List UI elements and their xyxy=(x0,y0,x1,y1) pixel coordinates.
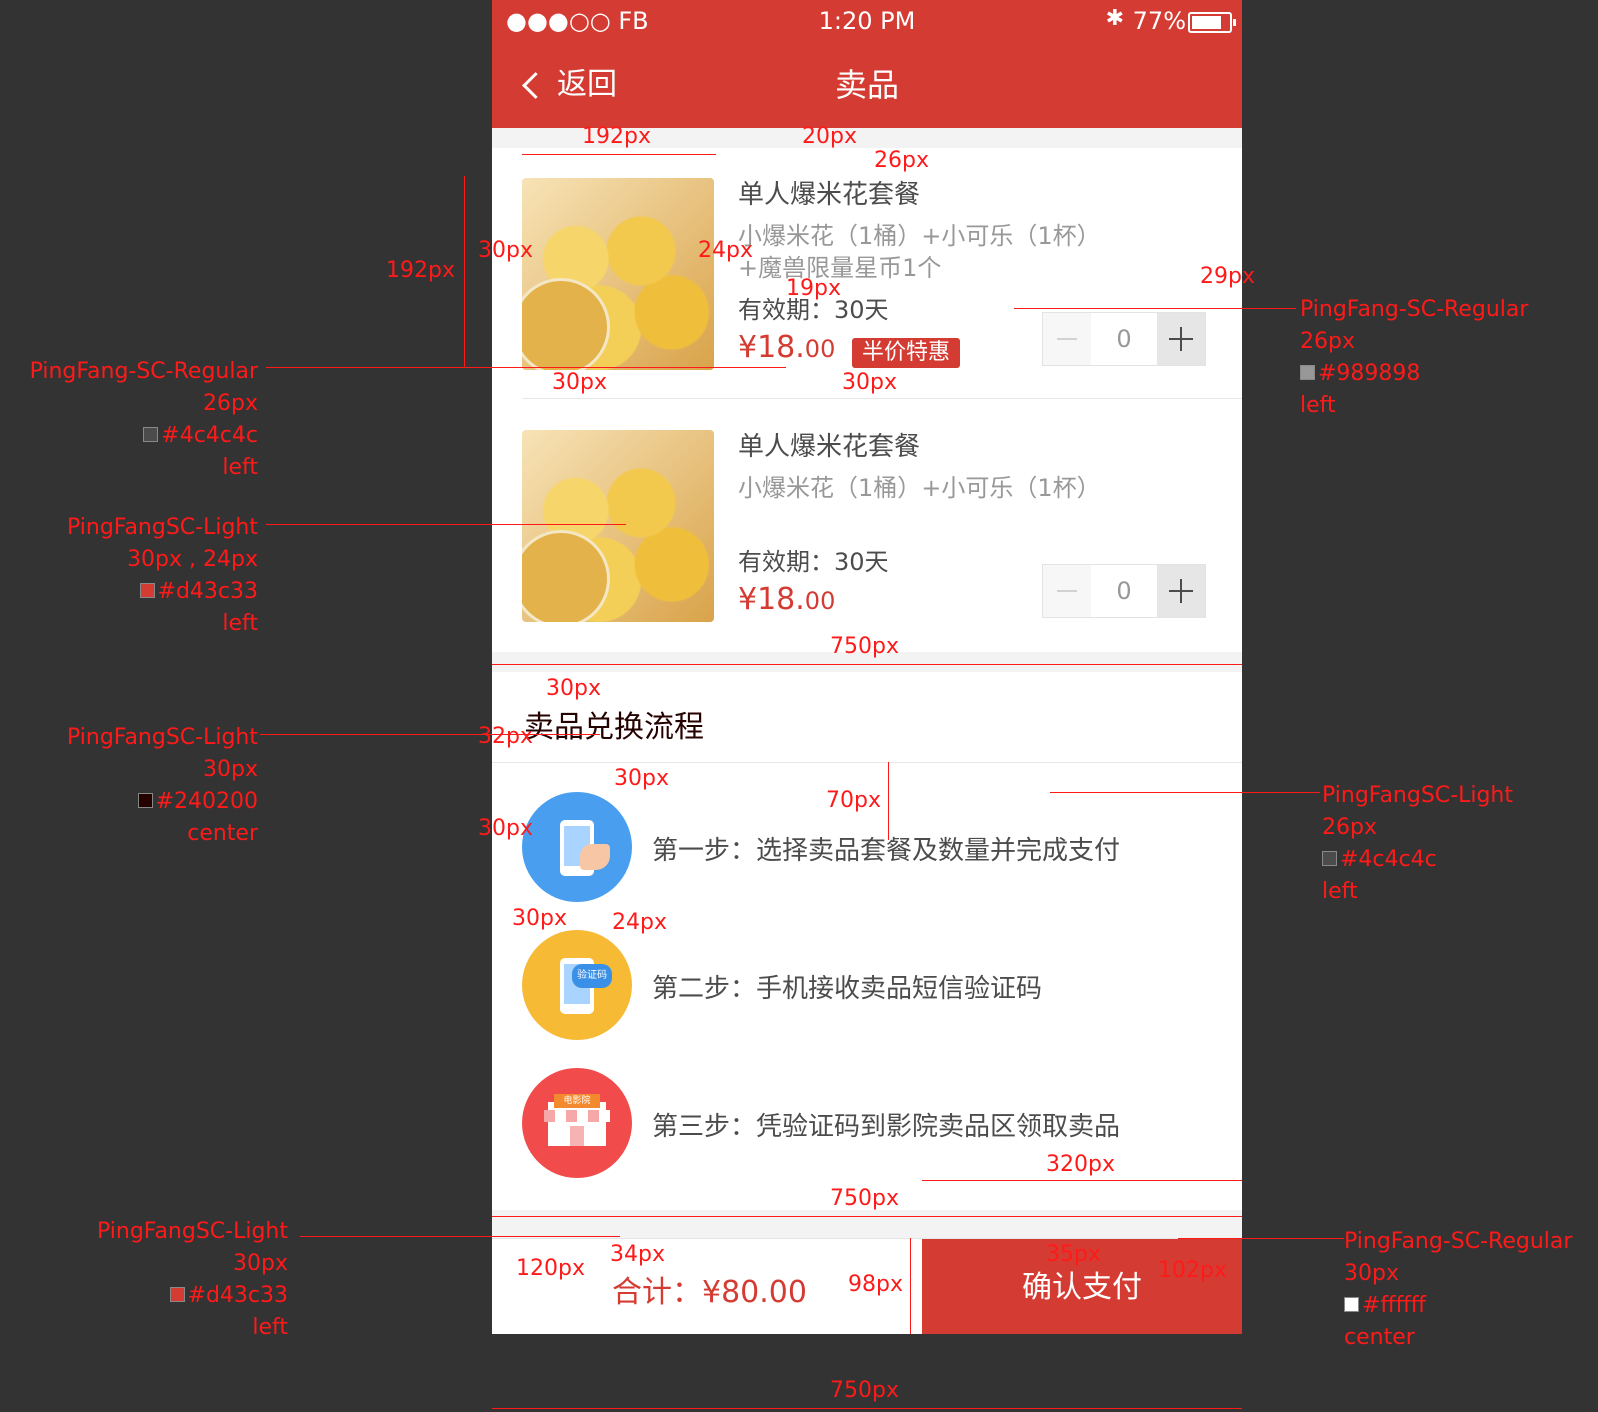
step-label: 第三步：凭验证码到影院卖品区领取卖品 xyxy=(652,1112,1121,1142)
spec-annotation: PingFang-SC-Regular 30px #ffffff center xyxy=(1344,1229,1573,1350)
dimension-label: 20px xyxy=(802,124,857,149)
decrease-button[interactable] xyxy=(1043,565,1091,617)
increase-button[interactable] xyxy=(1157,313,1205,365)
dimension-label: 30px xyxy=(512,906,567,931)
leader-line xyxy=(1050,792,1320,793)
spec-annotation: PingFang-SC-Regular 26px #4c4c4c left xyxy=(29,359,258,480)
flow-step: 电影院 第三步：凭验证码到影院卖品区领取卖品 xyxy=(522,1068,1222,1178)
dimension-label: 24px xyxy=(698,238,753,263)
dimension-line xyxy=(464,176,465,368)
flow-step: 验证码 第二步：手机接收卖品短信验证码 xyxy=(522,930,1222,1040)
dimension-label: 192px xyxy=(386,258,455,283)
dimension-line xyxy=(492,664,1242,665)
dimension-label: 30px xyxy=(478,238,533,263)
leader-line xyxy=(266,524,626,525)
step-label: 第二步：手机接收卖品短信验证码 xyxy=(652,974,1043,1004)
battery-percent: 77% xyxy=(1132,7,1186,35)
dimension-label: 30px xyxy=(614,766,669,791)
spec-annotation: PingFangSC-Light 26px #4c4c4c left xyxy=(1322,783,1513,904)
battery-icon xyxy=(1188,12,1236,33)
dimension-label: 102px xyxy=(1158,1258,1227,1283)
dimension-line xyxy=(492,1408,1242,1409)
dimension-label: 34px xyxy=(610,1242,665,1267)
discount-badge: 半价特惠 xyxy=(852,338,961,368)
dimension-label: 750px xyxy=(830,1186,899,1211)
product-name: 单人爆米花套餐 xyxy=(738,432,921,462)
dimension-label: 32px xyxy=(478,724,533,749)
divider xyxy=(522,398,1242,399)
dimension-line xyxy=(492,1216,1242,1217)
nav-bar: 返回 卖品 xyxy=(492,42,1242,128)
flow-title: 卖品兑换流程 xyxy=(524,710,704,745)
step-label: 第一步：选择卖品套餐及数量并完成支付 xyxy=(652,836,1121,866)
product-validity: 有效期：30天 xyxy=(738,548,889,576)
quantity-stepper: 0 xyxy=(1042,564,1206,618)
sms-code-icon: 验证码 xyxy=(522,930,632,1040)
product-price: ¥18.00 xyxy=(738,330,836,365)
status-time: 1:20 PM xyxy=(818,7,916,35)
bluetooth-icon: ✱ xyxy=(1105,6,1124,31)
leader-line xyxy=(1014,308,1296,309)
dimension-label: 192px xyxy=(582,124,651,149)
quantity-value: 0 xyxy=(1116,325,1132,353)
spec-annotation: PingFangSC-Light 30px #d43c33 left xyxy=(97,1219,288,1340)
spec-annotation: PingFangSC-Light 30px #240200 center xyxy=(67,725,258,846)
popcorn-image xyxy=(522,430,714,622)
phone-tap-icon xyxy=(522,792,632,902)
page-title: 卖品 xyxy=(834,66,899,104)
dimension-label: 320px xyxy=(1046,1152,1115,1177)
dimension-label: 30px xyxy=(552,370,607,395)
spec-annotation: PingFangSC-Light 30px , 24px #d43c33 lef… xyxy=(67,515,258,636)
leader-line xyxy=(300,1236,620,1237)
popcorn-image xyxy=(522,178,714,370)
dimension-line xyxy=(522,154,716,155)
dimension-label: 98px xyxy=(848,1272,903,1297)
dimension-line xyxy=(910,1238,911,1334)
dimension-label: 26px xyxy=(874,148,929,173)
dimension-label: 30px xyxy=(478,816,533,841)
dimension-line xyxy=(888,762,889,840)
quantity-value: 0 xyxy=(1116,577,1132,605)
leader-line xyxy=(266,367,786,368)
product-name: 单人爆米花套餐 xyxy=(738,180,921,210)
dimension-label: 70px xyxy=(826,788,881,813)
dimension-label: 750px xyxy=(830,634,899,659)
dimension-label: 29px xyxy=(1200,264,1255,289)
product-desc: 小爆米花（1桶）+小可乐（1杯）+魔兽限量星币1个 xyxy=(738,222,1101,282)
dimension-label: 35px xyxy=(1046,1242,1101,1267)
divider xyxy=(492,762,1242,763)
increase-button[interactable] xyxy=(1157,565,1205,617)
dimension-line xyxy=(922,1180,1242,1181)
product-price: ¥18.00 xyxy=(738,582,836,617)
product-list: 单人爆米花套餐 小爆米花（1桶）+小可乐（1杯）+魔兽限量星币1个 有效期：30… xyxy=(492,148,1242,652)
leader-line xyxy=(1178,1238,1344,1239)
leader-line xyxy=(260,734,600,735)
dimension-label: 30px xyxy=(842,370,897,395)
order-total: 合计：¥80.00 xyxy=(612,1275,807,1310)
product-desc: 小爆米花（1桶）+小可乐（1杯） xyxy=(738,474,1101,502)
product-item: 单人爆米花套餐 小爆米花（1桶）+小可乐（1杯）+魔兽限量星币1个 有效期：30… xyxy=(492,148,1242,400)
quantity-stepper: 0 xyxy=(1042,312,1206,366)
dimension-label: 24px xyxy=(612,910,667,935)
dimension-label: 120px xyxy=(516,1256,585,1281)
dimension-label: 30px xyxy=(546,676,601,701)
cinema-shop-icon: 电影院 xyxy=(522,1068,632,1178)
phone-screen: ●●●○○ FB 1:20 PM ✱ 77% 返回 卖品 单人爆米花套餐 小爆米… xyxy=(492,0,1242,1334)
product-item: 单人爆米花套餐 小爆米花（1桶）+小可乐（1杯） 有效期：30天 ¥18.00 … xyxy=(492,400,1242,652)
spec-annotation: PingFang-SC-Regular 26px #989898 left xyxy=(1300,297,1529,418)
dimension-label: 750px xyxy=(830,1378,899,1403)
status-bar: ●●●○○ FB 1:20 PM ✱ 77% xyxy=(492,0,1242,42)
exchange-flow: 卖品兑换流程 第一步：选择卖品套餐及数量并完成支付 验证码 第二步：手机接收卖品… xyxy=(492,672,1242,1210)
dimension-label: 19px xyxy=(786,276,841,301)
decrease-button[interactable] xyxy=(1043,313,1091,365)
